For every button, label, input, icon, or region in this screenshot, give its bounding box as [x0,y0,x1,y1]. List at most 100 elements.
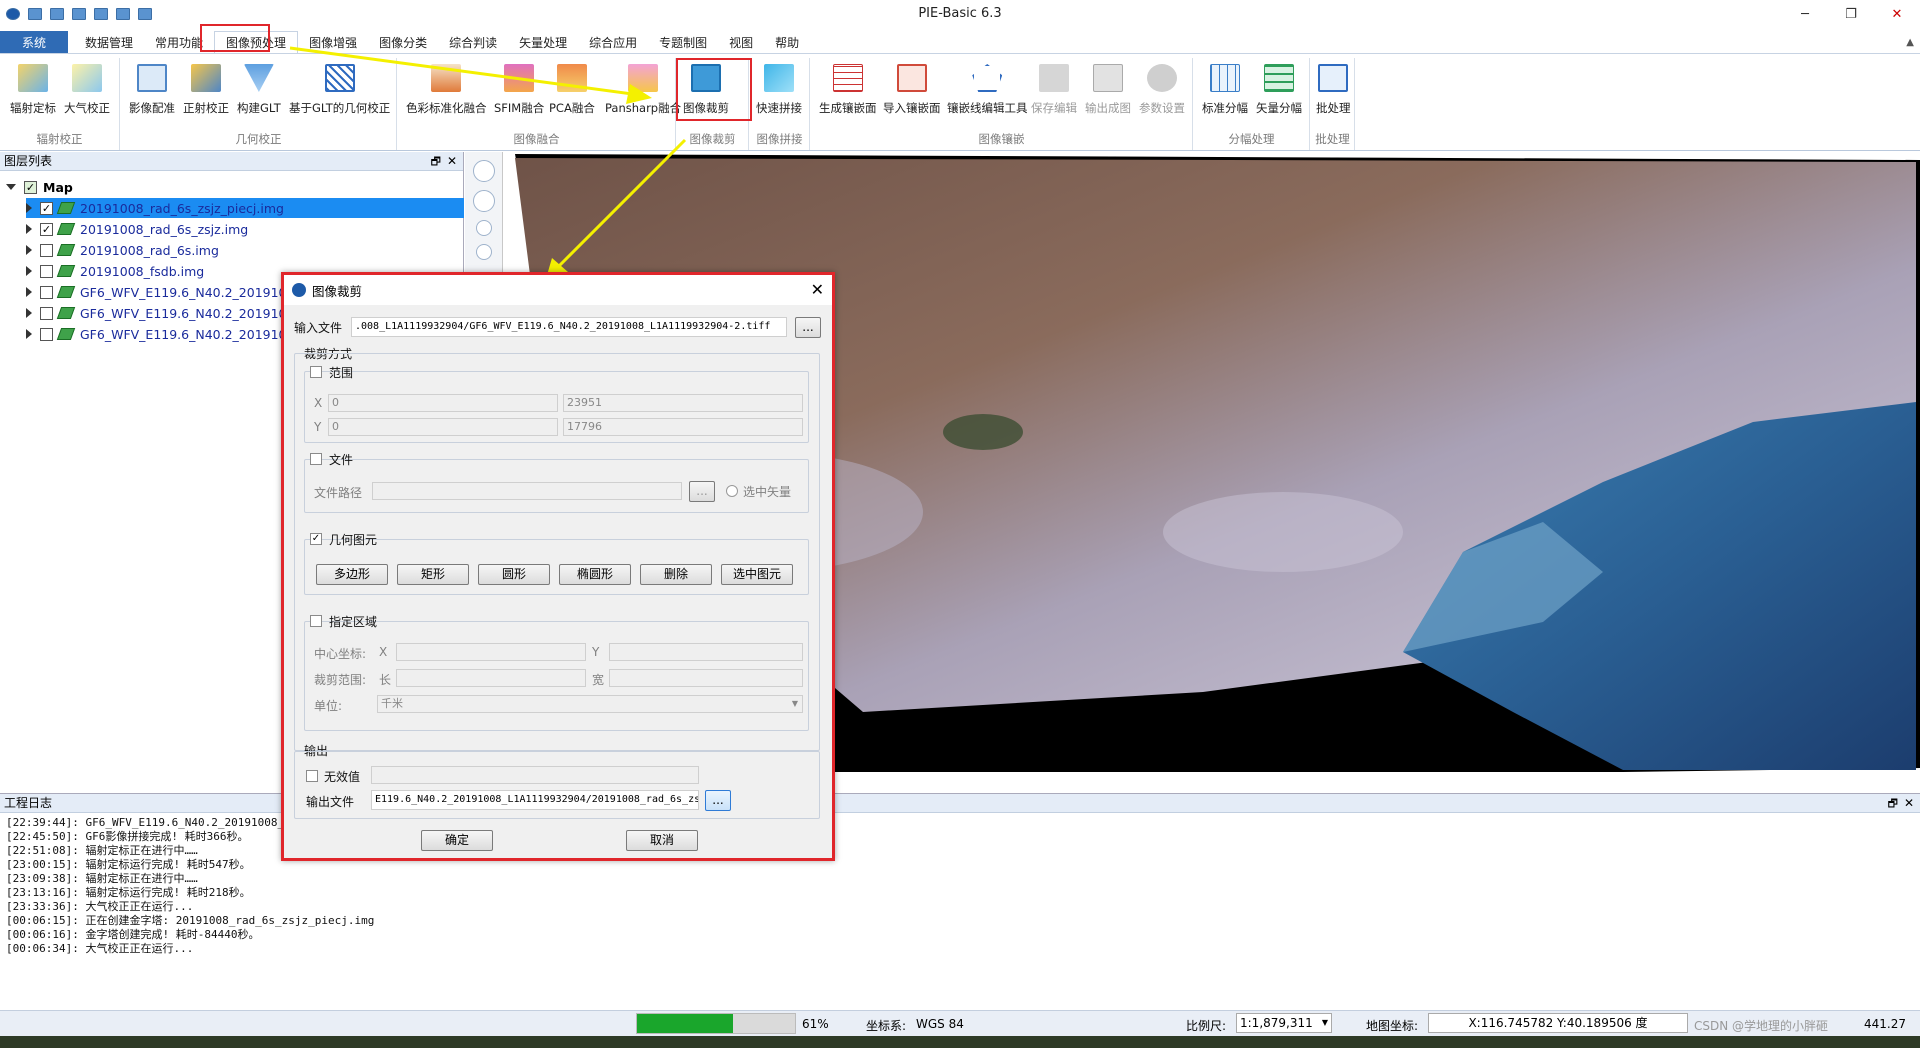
close-icon[interactable]: ✕ [811,280,824,299]
root-checkbox[interactable]: ✓ [24,180,37,194]
scale-select[interactable]: 1:1,879,311 ▼ [1236,1013,1332,1033]
zoom-minus-icon[interactable] [475,244,492,260]
expand-icon[interactable] [26,245,32,255]
close-icon[interactable]: ✕ [447,152,457,171]
layer-item[interactable]: ✓ 20191008_rad_6s_zsjz.img [26,219,248,239]
input-file-select[interactable]: .008_L1A1119932904/GF6_WFV_E119.6_N40.2_… [351,317,787,337]
output-file-input[interactable]: E119.6_N40.2_20191008_L1A1119932904/2019… [371,790,699,810]
nodata-checkbox[interactable] [306,770,318,782]
std-tile-button[interactable]: 标准分幅 [1202,64,1248,116]
gen-mosaic-button[interactable]: 生成镶嵌面 [819,64,877,116]
close-icon[interactable]: ✕ [1904,794,1914,813]
layer-checkbox[interactable] [40,285,53,299]
close-window-button[interactable]: ✕ [1874,0,1920,28]
file-checkbox[interactable] [310,453,322,465]
file-path-input[interactable] [372,482,682,500]
tab-interpretation[interactable]: 综合判读 [438,31,508,53]
input-browse-button[interactable]: ... [795,317,821,338]
region-checkbox[interactable] [310,615,322,627]
tab-data-management[interactable]: 数据管理 [74,31,144,53]
open-folder-icon[interactable] [50,8,64,20]
save-as-icon[interactable] [116,8,130,20]
import-mosaic-button[interactable]: 导入镶嵌面 [883,64,941,116]
range-checkbox[interactable] [310,366,322,378]
layer-checkbox[interactable] [40,306,53,320]
extent-len-input[interactable] [396,669,586,687]
layer-item[interactable]: GF6_WFV_E119.6_N40.2_20191008 [26,324,302,344]
vec-tile-button[interactable]: 矢量分幅 [1256,64,1302,116]
quick-mosaic-button[interactable]: 快速拼接 [756,64,802,116]
range-y-max[interactable]: 17796 [563,418,803,436]
tab-system[interactable]: 系统 [0,31,69,53]
expand-icon[interactable] [26,224,32,234]
select-element-button[interactable]: 选中图元 [721,564,793,585]
select-vector-radio[interactable] [726,485,738,497]
ortho-button[interactable]: 正射校正 [183,64,229,116]
tab-application[interactable]: 综合应用 [578,31,648,53]
layer-checkbox[interactable]: ✓ [40,201,53,215]
expand-icon[interactable] [26,287,32,297]
sfim-button[interactable]: SFIM融合 [494,64,544,116]
extent-wid-input[interactable] [609,669,803,687]
collapse-icon[interactable] [6,184,16,190]
pin-icon[interactable]: 🗗 [1888,794,1898,813]
ribbon-collapse-icon[interactable]: ▲ [1906,37,1914,48]
range-y-min[interactable]: 0 [328,418,558,436]
circle-button[interactable]: 圆形 [478,564,550,585]
pca-button[interactable]: PCA融合 [549,64,595,116]
ellipse-button[interactable]: 椭圆形 [559,564,631,585]
export-mosaic-button[interactable]: 输出成图 [1085,64,1131,116]
layer-item[interactable]: 20191008_fsdb.img [26,261,204,281]
params-button[interactable]: 参数设置 [1139,64,1185,116]
expand-icon[interactable] [26,308,32,318]
expand-icon[interactable] [26,203,32,213]
tree-root[interactable]: ✓ Map [6,177,73,197]
ok-button[interactable]: 确定 [421,830,493,851]
build-glt-button[interactable]: 构建GLT [237,64,281,116]
zoom-plus-icon[interactable] [475,220,492,236]
range-x-min[interactable]: 0 [328,394,558,412]
range-x-max[interactable]: 23951 [563,394,803,412]
center-y-input[interactable] [609,643,803,661]
save-edit-button[interactable]: 保存编辑 [1031,64,1077,116]
color-norm-button[interactable]: 色彩标准化融合 [406,64,487,116]
center-x-input[interactable] [396,643,586,661]
output-browse-button[interactable]: ... [705,790,731,811]
pin-icon[interactable]: 🗗 [431,152,441,171]
pansharp-button[interactable]: Pansharp融合 [605,64,681,116]
delete-button[interactable]: 删除 [640,564,712,585]
tab-help[interactable]: 帮助 [764,31,810,53]
zoom-out-icon[interactable] [472,190,495,212]
zoom-in-icon[interactable] [472,160,495,182]
layer-checkbox[interactable] [40,243,53,257]
unit-select[interactable]: 千米 ▼ [377,695,803,713]
glt-geo-button[interactable]: 基于GLT的几何校正 [289,64,390,116]
save-icon[interactable] [94,8,108,20]
atmo-button[interactable]: 大气校正 [64,64,110,116]
registration-button[interactable]: 影像配准 [129,64,175,116]
layer-checkbox[interactable] [40,327,53,341]
tab-image-enhancement[interactable]: 图像增强 [298,31,368,53]
tab-image-classification[interactable]: 图像分类 [368,31,438,53]
export-icon[interactable] [138,8,152,20]
tab-vector[interactable]: 矢量处理 [508,31,578,53]
expand-icon[interactable] [26,266,32,276]
file-browse-button[interactable]: ... [689,481,715,502]
layer-item[interactable]: GF6_WFV_E119.6_N40.2_20191008 [26,303,302,323]
polygon-button[interactable]: 多边形 [316,564,388,585]
layer-item[interactable]: GF6_WFV_E119.6_N40.2_20191008 [26,282,302,302]
open-project-icon[interactable] [72,8,86,20]
geom-checkbox[interactable]: ✓ [310,533,322,545]
rectangle-button[interactable]: 矩形 [397,564,469,585]
minimize-button[interactable]: ─ [1782,0,1828,28]
batch-button[interactable]: 批处理 [1316,64,1351,116]
tab-mapping[interactable]: 专题制图 [648,31,718,53]
rad-calib-button[interactable]: 辐射定标 [10,64,56,116]
new-project-icon[interactable] [28,8,42,20]
expand-icon[interactable] [26,329,32,339]
layer-checkbox[interactable]: ✓ [40,222,53,236]
tab-view[interactable]: 视图 [718,31,764,53]
layer-item[interactable]: ✓ 20191008_rad_6s_zsjz_piecj.img [26,198,464,218]
restore-button[interactable]: ❐ [1828,0,1874,28]
seamline-button[interactable]: 镶嵌线编辑工具 [947,64,1028,116]
